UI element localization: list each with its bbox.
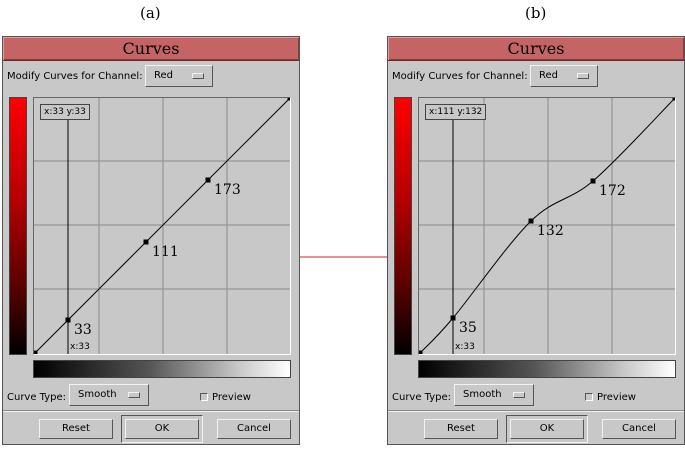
divider xyxy=(388,410,684,412)
preview-checkbox[interactable] xyxy=(585,393,593,401)
control-point-label: 132 xyxy=(537,223,564,239)
control-point-label: 172 xyxy=(599,183,626,199)
dropdown-indicator-icon xyxy=(577,73,589,79)
curve-area[interactable]: 35 132 172 x:111 y:132 x:33 xyxy=(418,97,676,355)
control-point xyxy=(205,177,211,183)
control-point-label: 33 xyxy=(74,322,92,338)
channel-dropdown[interactable]: Red xyxy=(530,65,598,87)
dialog-title: Curves xyxy=(507,39,565,58)
channel-dropdown[interactable]: Red xyxy=(145,65,213,87)
curve-type-dropdown[interactable]: Smooth xyxy=(69,384,149,406)
cancel-button[interactable]: Cancel xyxy=(217,419,291,439)
control-point xyxy=(419,350,423,354)
channel-label: Modify Curves for Channel: xyxy=(392,71,528,82)
title-bar[interactable]: Curves xyxy=(3,37,299,61)
gray-gradient-bar xyxy=(33,360,291,378)
control-point-label: 111 xyxy=(152,244,179,260)
channel-value: Red xyxy=(539,70,558,81)
control-point-label: 173 xyxy=(214,182,241,198)
dropdown-indicator-icon xyxy=(192,73,204,79)
ok-button[interactable]: OK xyxy=(125,419,199,439)
channel-gradient-bar xyxy=(394,97,412,355)
curve-type-value: Smooth xyxy=(463,389,502,400)
control-point xyxy=(590,178,596,184)
preview-checkbox[interactable] xyxy=(200,393,208,401)
coordinate-readout: x:111 y:132 xyxy=(425,104,487,120)
curve-graph[interactable]: 35 132 172 xyxy=(419,98,675,354)
coordinate-readout: x:33 y:33 xyxy=(40,104,90,120)
control-point xyxy=(672,98,675,101)
dropdown-indicator-icon xyxy=(513,392,525,398)
preview-label: Preview xyxy=(212,392,251,403)
curve-type-label: Curve Type: xyxy=(7,392,67,403)
x-readout: x:33 xyxy=(455,342,475,352)
control-point xyxy=(65,317,71,323)
channel-label: Modify Curves for Channel: xyxy=(7,71,143,82)
x-readout: x:33 xyxy=(70,342,90,352)
curves-dialog-b: Curves Modify Curves for Channel: Red 35… xyxy=(387,36,685,445)
cancel-button[interactable]: Cancel xyxy=(602,419,676,439)
divider xyxy=(3,410,299,412)
control-point xyxy=(287,98,290,101)
control-point-label: 35 xyxy=(459,320,477,336)
control-point xyxy=(450,315,456,321)
dialog-title: Curves xyxy=(122,39,180,58)
preview-label: Preview xyxy=(597,392,636,403)
curve-type-value: Smooth xyxy=(78,389,117,400)
gray-gradient-bar xyxy=(418,360,676,378)
curve-graph[interactable]: 33 111 173 xyxy=(34,98,290,354)
channel-value: Red xyxy=(154,70,173,81)
curve-area[interactable]: 33 111 173 x:33 y:33 x:33 xyxy=(33,97,291,355)
control-point xyxy=(528,218,534,224)
curves-dialog-a: Curves Modify Curves for Channel: Red 33… xyxy=(2,36,300,445)
title-bar[interactable]: Curves xyxy=(388,37,684,61)
channel-gradient-bar xyxy=(9,97,27,355)
control-point xyxy=(143,239,149,245)
reset-button[interactable]: Reset xyxy=(424,419,498,439)
control-point xyxy=(34,350,38,354)
ok-button[interactable]: OK xyxy=(510,419,584,439)
curve-type-dropdown[interactable]: Smooth xyxy=(454,384,534,406)
curve-type-label: Curve Type: xyxy=(392,392,452,403)
reset-button[interactable]: Reset xyxy=(39,419,113,439)
dropdown-indicator-icon xyxy=(128,392,140,398)
